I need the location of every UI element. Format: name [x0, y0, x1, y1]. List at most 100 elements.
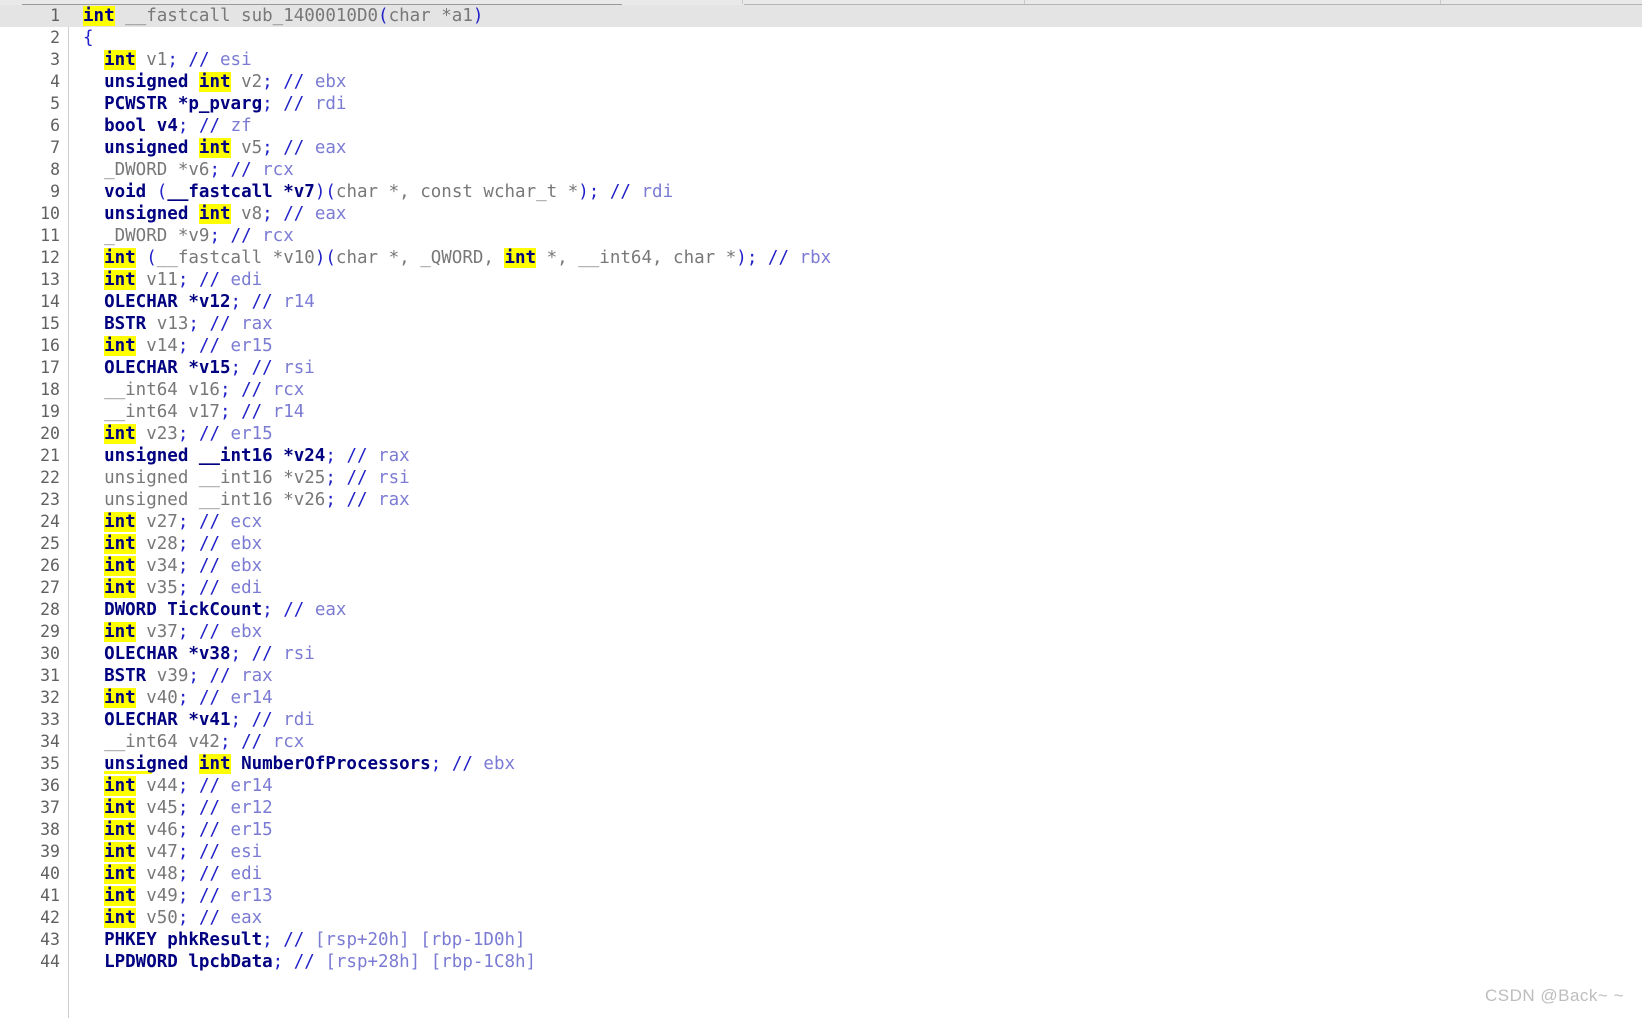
code-line[interactable]: 37 int v45; // er12 — [0, 797, 1642, 819]
code-line-source[interactable]: BSTR v39; // rax — [68, 665, 273, 687]
code-token: // — [198, 336, 221, 356]
code-line-source[interactable]: unsigned __int16 *v25; // rsi — [68, 467, 410, 489]
code-line-source[interactable]: OLECHAR *v38; // rsi — [68, 643, 315, 665]
code-line-source[interactable]: int (__fastcall *v10)(char *, _QWORD, in… — [68, 247, 831, 269]
code-line-source[interactable]: unsigned int v8; // eax — [68, 203, 346, 225]
code-line[interactable]: 12 int (__fastcall *v10)(char *, _QWORD,… — [0, 247, 1642, 269]
code-line-source[interactable]: int v28; // ebx — [68, 533, 262, 555]
code-line[interactable]: 40 int v48; // edi — [0, 863, 1642, 885]
code-line[interactable]: 18 __int64 v16; // rcx — [0, 379, 1642, 401]
code-line[interactable]: 14 OLECHAR *v12; // r14 — [0, 291, 1642, 313]
code-line-source[interactable]: int v50; // eax — [68, 907, 262, 929]
code-line[interactable]: 6 bool v4; // zf — [0, 115, 1642, 137]
code-line[interactable]: 10 unsigned int v8; // eax — [0, 203, 1642, 225]
code-line-source[interactable]: __int64 v17; // r14 — [68, 401, 304, 423]
code-line-source[interactable]: int v49; // er13 — [68, 885, 273, 907]
code-line[interactable]: 24 int v27; // ecx — [0, 511, 1642, 533]
code-line[interactable]: 36 int v44; // er14 — [0, 775, 1642, 797]
code-line[interactable]: 41 int v49; // er13 — [0, 885, 1642, 907]
code-line-source[interactable]: int v47; // esi — [68, 841, 262, 863]
code-line-source[interactable]: int v23; // er15 — [68, 423, 273, 445]
code-line[interactable]: 34 __int64 v42; // rcx — [0, 731, 1642, 753]
code-line-source[interactable]: __int64 v16; // rcx — [68, 379, 304, 401]
code-line[interactable]: 17 OLECHAR *v15; // rsi — [0, 357, 1642, 379]
code-line-source[interactable]: bool v4; // zf — [68, 115, 252, 137]
code-token: OLECHAR *v12 — [104, 292, 231, 312]
code-line-source[interactable]: LPDWORD lpcbData; // [rsp+28h] [rbp-1C8h… — [68, 951, 536, 973]
code-line[interactable]: 38 int v46; // er15 — [0, 819, 1642, 841]
code-line[interactable]: 7 unsigned int v5; // eax — [0, 137, 1642, 159]
code-token: ; — [325, 490, 336, 510]
code-line[interactable]: 16 int v14; // er15 — [0, 335, 1642, 357]
code-line[interactable]: 43 PHKEY phkResult; // [rsp+20h] [rbp-1D… — [0, 929, 1642, 951]
code-line[interactable]: 23 unsigned __int16 *v26; // rax — [0, 489, 1642, 511]
code-line[interactable]: 15 BSTR v13; // rax — [0, 313, 1642, 335]
code-line[interactable]: 35 unsigned int NumberOfProcessors; // e… — [0, 753, 1642, 775]
code-line[interactable]: 19 __int64 v17; // r14 — [0, 401, 1642, 423]
code-line[interactable]: 27 int v35; // edi — [0, 577, 1642, 599]
code-line-source[interactable]: int v27; // ecx — [68, 511, 262, 533]
code-line[interactable]: 31 BSTR v39; // rax — [0, 665, 1642, 687]
code-line-source[interactable]: int v1; // esi — [68, 49, 252, 71]
code-line-source[interactable]: DWORD TickCount; // eax — [68, 599, 346, 621]
code-line-source[interactable]: int v45; // er12 — [68, 797, 273, 819]
code-line[interactable]: 33 OLECHAR *v41; // rdi — [0, 709, 1642, 731]
code-line-source[interactable]: __int64 v42; // rcx — [68, 731, 304, 753]
code-line[interactable]: 26 int v34; // ebx — [0, 555, 1642, 577]
code-line-source[interactable]: int v44; // er14 — [68, 775, 273, 797]
code-line-source[interactable]: void (__fastcall *v7)(char *, const wcha… — [68, 181, 673, 203]
code-line[interactable]: 13 int v11; // edi — [0, 269, 1642, 291]
code-token: // — [209, 666, 231, 686]
pseudocode-view[interactable]: 1 int __fastcall sub_1400010D0(char *a1) 2… — [0, 5, 1642, 1018]
code-line[interactable]: 9 void (__fastcall *v7)(char *, const wc… — [0, 181, 1642, 203]
code-line-source[interactable]: _DWORD *v9; // rcx — [68, 225, 294, 247]
code-line[interactable]: 1 int __fastcall sub_1400010D0(char *a1) — [0, 5, 1642, 27]
code-line-source[interactable]: PHKEY phkResult; // [rsp+20h] [rbp-1D0h] — [68, 929, 525, 951]
code-line[interactable]: 22 unsigned __int16 *v25; // rsi — [0, 467, 1642, 489]
code-line-source[interactable]: OLECHAR *v15; // rsi — [68, 357, 315, 379]
code-line[interactable]: 28 DWORD TickCount; // eax — [0, 599, 1642, 621]
code-line[interactable]: 20 int v23; // er15 — [0, 423, 1642, 445]
code-line[interactable]: 21 unsigned __int16 *v24; // rax — [0, 445, 1642, 467]
code-line-source[interactable]: BSTR v13; // rax — [68, 313, 273, 335]
code-line[interactable]: 39 int v47; // esi — [0, 841, 1642, 863]
code-line-source[interactable]: unsigned int v2; // ebx — [68, 71, 346, 93]
code-line[interactable]: 2{ — [0, 27, 1642, 49]
code-line-source[interactable]: _DWORD *v6; // rcx — [68, 159, 294, 181]
code-line[interactable]: 32 int v40; // er14 — [0, 687, 1642, 709]
code-line-source[interactable]: int __fastcall sub_1400010D0(char *a1) — [68, 5, 483, 27]
code-line-list[interactable]: 1 int __fastcall sub_1400010D0(char *a1) 2… — [0, 5, 1642, 973]
code-line-source[interactable]: unsigned int v5; // eax — [68, 137, 346, 159]
code-line[interactable]: 11 _DWORD *v9; // rcx — [0, 225, 1642, 247]
code-line-source[interactable]: unsigned int NumberOfProcessors; // ebx — [68, 753, 515, 775]
code-line[interactable]: 44 LPDWORD lpcbData; // [rsp+28h] [rbp-1… — [0, 951, 1642, 973]
code-line-source[interactable]: int v40; // er14 — [68, 687, 273, 709]
code-line[interactable]: 25 int v28; // ebx — [0, 533, 1642, 555]
code-line-source[interactable]: int v48; // edi — [68, 863, 262, 885]
code-line-source[interactable]: { — [68, 27, 94, 49]
code-line-source[interactable]: int v46; // er15 — [68, 819, 273, 841]
code-line-source[interactable]: unsigned __int16 *v26; // rax — [68, 489, 410, 511]
code-line-source[interactable]: int v35; // edi — [68, 577, 262, 599]
code-line[interactable]: 8 _DWORD *v6; // rcx — [0, 159, 1642, 181]
code-line-source[interactable]: int v11; // edi — [68, 269, 262, 291]
code-line[interactable]: 5 PCWSTR *p_pvarg; // rdi — [0, 93, 1642, 115]
code-line[interactable]: 4 unsigned int v2; // ebx — [0, 71, 1642, 93]
code-line[interactable]: 42 int v50; // eax — [0, 907, 1642, 929]
code-line-source[interactable]: unsigned __int16 *v24; // rax — [68, 445, 410, 467]
code-line-source[interactable]: int v34; // ebx — [68, 555, 262, 577]
code-line[interactable]: 3 int v1; // esi — [0, 49, 1642, 71]
code-line-source[interactable]: PCWSTR *p_pvarg; // rdi — [68, 93, 346, 115]
code-token: ; — [219, 732, 231, 752]
code-line[interactable]: 30 OLECHAR *v38; // rsi — [0, 643, 1642, 665]
code-line-source[interactable]: int v37; // ebx — [68, 621, 262, 643]
code-line-source[interactable]: int v14; // er15 — [68, 335, 273, 357]
code-line[interactable]: 29 int v37; // ebx — [0, 621, 1642, 643]
code-line-source[interactable]: OLECHAR *v12; // r14 — [68, 291, 315, 313]
code-token: er14 — [220, 688, 273, 708]
code-line-source[interactable]: OLECHAR *v41; // rdi — [68, 709, 315, 731]
